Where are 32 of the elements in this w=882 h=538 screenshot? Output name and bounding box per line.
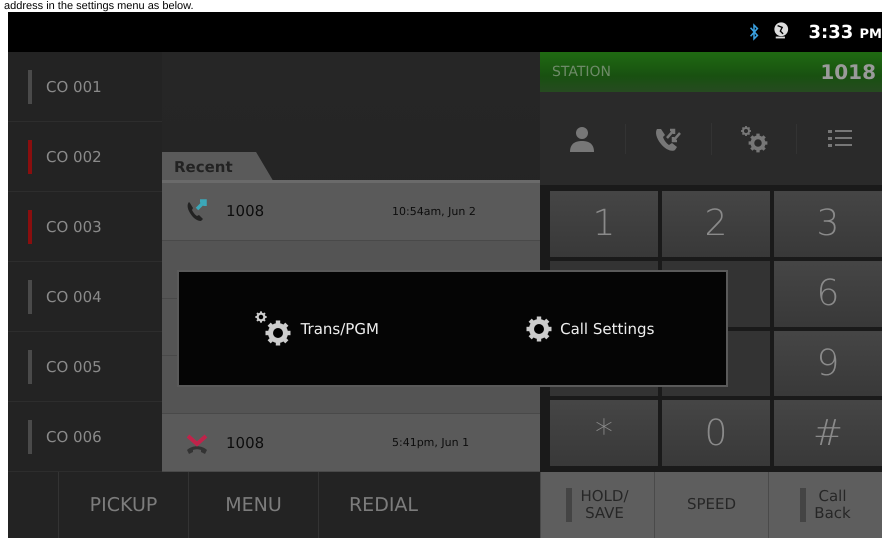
soft-key[interactable]: MENU xyxy=(188,472,318,538)
gear-icon xyxy=(524,314,554,344)
dial-key[interactable]: # xyxy=(774,400,882,466)
call-number: 1008 xyxy=(226,434,266,452)
dial-key[interactable]: 3 xyxy=(774,191,882,257)
station-label: STATION xyxy=(552,64,612,80)
line-label[interactable]: CO 001 xyxy=(46,78,102,96)
dial-key[interactable]: 6 xyxy=(774,260,882,326)
dial-key[interactable]: * xyxy=(550,400,658,466)
dial-key[interactable]: 0 xyxy=(662,400,770,466)
dial-key[interactable]: 1 xyxy=(550,191,658,257)
line-label[interactable]: CO 005 xyxy=(46,358,102,376)
call-time: 5:41pm, Jun 1 xyxy=(392,436,470,450)
dial-key[interactable]: 9 xyxy=(774,330,882,396)
menu-item[interactable]: Call Settings xyxy=(524,314,654,344)
line-label[interactable]: CO 002 xyxy=(46,148,102,166)
soft-key[interactable]: REDIAL xyxy=(318,472,448,538)
line-label[interactable]: CO 006 xyxy=(46,428,102,446)
station-number: 1018 xyxy=(820,60,876,84)
call-time: 10:54am, Jun 2 xyxy=(392,204,476,218)
recent-call-row[interactable]: 1008 10:54am, Jun 2 xyxy=(162,183,540,241)
bluetooth-icon xyxy=(748,22,760,42)
caption-text: address in the settings menu as below. xyxy=(4,0,194,12)
recent-tab[interactable]: Recent xyxy=(162,152,273,180)
line-label[interactable]: CO 003 xyxy=(46,218,102,236)
soft-key[interactable]: PICKUP xyxy=(58,472,188,538)
line-label[interactable]: CO 004 xyxy=(46,288,102,306)
recent-call-row[interactable]: 1008 5:41pm, Jun 1 xyxy=(162,414,540,472)
dial-key[interactable]: 2 xyxy=(662,191,770,257)
status-time: 3:33 PM xyxy=(808,22,882,42)
call-number: 1008 xyxy=(226,202,266,220)
menu-item[interactable]: Trans/PGM xyxy=(252,308,379,348)
